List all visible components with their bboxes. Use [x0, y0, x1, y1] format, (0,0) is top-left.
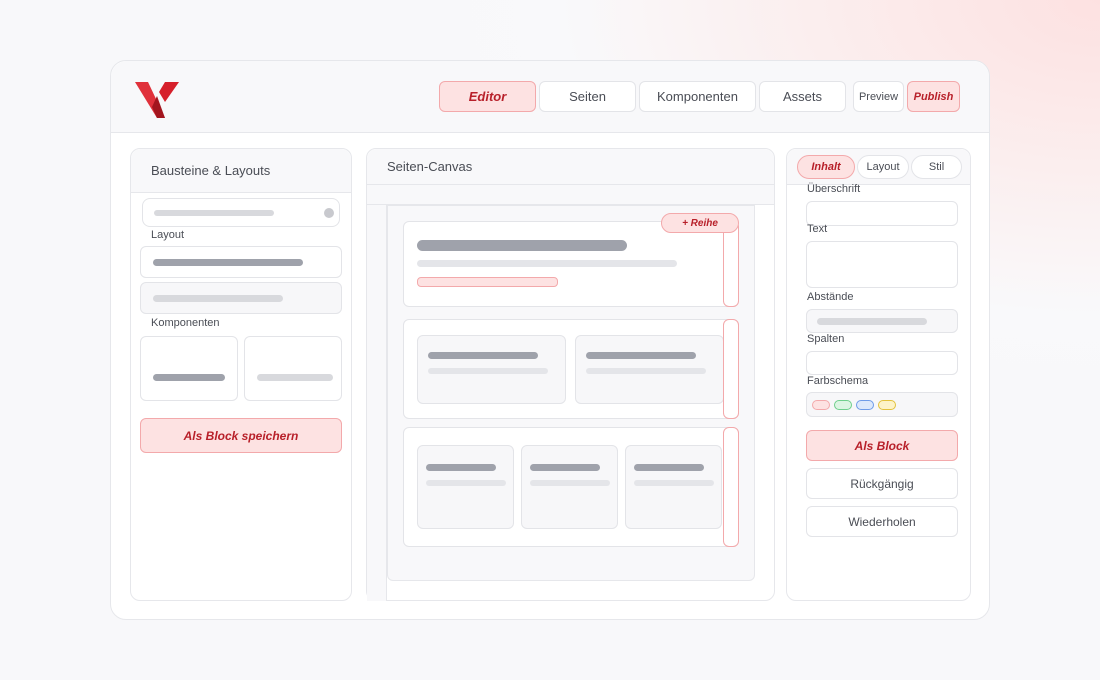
canvas-panel: Seiten-Canvas + Reihe [366, 148, 775, 601]
canvas-title: Seiten-Canvas [367, 149, 774, 185]
canvas-row[interactable] [403, 427, 739, 547]
tab-stil[interactable]: Stil [911, 155, 962, 179]
layout-label: Layout [151, 229, 185, 241]
swatch-green[interactable] [834, 400, 852, 410]
columns-input[interactable] [806, 351, 958, 375]
column-text-bar [586, 368, 706, 374]
canvas-ruler [367, 185, 774, 205]
text-input[interactable] [806, 241, 958, 288]
swatch-pink[interactable] [812, 400, 830, 410]
layout-item-bar [153, 259, 303, 266]
text-label: Text [807, 223, 828, 235]
row-resize-handle[interactable] [723, 427, 739, 547]
row-resize-handle[interactable] [723, 319, 739, 419]
search-placeholder-bar [154, 210, 274, 216]
as-block-button[interactable]: Als Block [806, 430, 958, 461]
row-link-bar [417, 277, 558, 287]
column-heading-bar [634, 464, 704, 471]
canvas-row[interactable] [403, 221, 739, 307]
components-label: Komponenten [151, 317, 220, 329]
layout-item-bar [153, 295, 283, 302]
search-icon [324, 208, 334, 218]
column-text-bar [428, 368, 548, 374]
column-heading-bar [586, 352, 696, 359]
undo-button[interactable]: Rückgängig [806, 468, 958, 499]
component-card-bar [257, 374, 333, 381]
tab-komponenten[interactable]: Komponenten [639, 81, 756, 112]
column-text-bar [530, 480, 610, 486]
tab-assets[interactable]: Assets [759, 81, 846, 112]
save-block-button[interactable]: Als Block speichern [140, 418, 342, 453]
component-card[interactable] [140, 336, 238, 401]
canvas-vertical-ruler [367, 205, 387, 601]
search-input[interactable] [142, 198, 340, 227]
heading-label: Überschrift [807, 183, 861, 195]
app-window: Editor Seiten Komponenten Assets Preview… [110, 60, 990, 620]
column-text-bar [426, 480, 506, 486]
properties-panel: Inhalt Layout Stil Überschrift Text Abst… [786, 148, 971, 601]
tab-editor[interactable]: Editor [439, 81, 536, 112]
tab-inhalt[interactable]: Inhalt [797, 155, 855, 179]
color-scheme-label: Farbschema [807, 375, 869, 387]
heading-input[interactable] [806, 201, 958, 226]
tab-layout[interactable]: Layout [857, 155, 909, 179]
canvas-column[interactable] [417, 445, 514, 529]
canvas-column[interactable] [575, 335, 724, 404]
blocks-panel: Bausteine & Layouts Layout Komponenten A… [130, 148, 352, 601]
row-resize-handle[interactable] [723, 221, 739, 307]
blocks-panel-title: Bausteine & Layouts [131, 149, 351, 193]
row-heading-bar [417, 240, 627, 251]
canvas-column[interactable] [625, 445, 722, 529]
spacing-slider-track [817, 318, 927, 325]
canvas-column[interactable] [521, 445, 618, 529]
add-row-button[interactable]: + Reihe [661, 213, 739, 233]
columns-label: Spalten [807, 333, 845, 345]
swatch-blue[interactable] [856, 400, 874, 410]
column-heading-bar [426, 464, 496, 471]
spacing-slider[interactable] [806, 309, 958, 333]
column-heading-bar [530, 464, 600, 471]
column-text-bar [634, 480, 714, 486]
canvas-row[interactable] [403, 319, 739, 419]
swatch-yellow[interactable] [878, 400, 896, 410]
tab-seiten[interactable]: Seiten [539, 81, 636, 112]
brand-logo [135, 82, 179, 118]
row-text-bar [417, 260, 677, 267]
redo-button[interactable]: Wiederholen [806, 506, 958, 537]
publish-button[interactable]: Publish [907, 81, 960, 112]
canvas-column[interactable] [417, 335, 566, 404]
layout-item[interactable] [140, 282, 342, 314]
component-card[interactable] [244, 336, 342, 401]
layout-item[interactable] [140, 246, 342, 278]
color-scheme-picker[interactable] [806, 392, 958, 417]
top-bar: Editor Seiten Komponenten Assets Preview… [111, 61, 989, 133]
component-card-bar [153, 374, 225, 381]
column-heading-bar [428, 352, 538, 359]
preview-button[interactable]: Preview [853, 81, 904, 112]
spacing-label: Abstände [807, 291, 854, 303]
